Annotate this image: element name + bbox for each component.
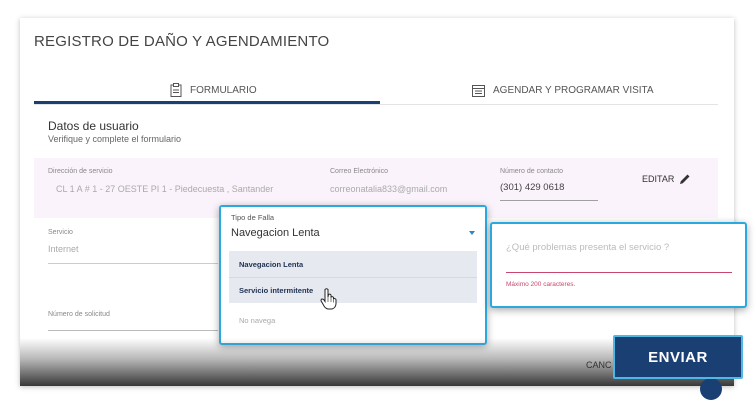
tab-agendar[interactable]: AGENDAR Y PROGRAMAR VISITA [472, 76, 654, 104]
phone-value: (301) 429 0618 [500, 182, 565, 193]
service-underline [48, 263, 218, 264]
address-value: CL 1 A # 1 - 27 OESTE PI 1 - Piedecuesta… [56, 184, 274, 194]
hand-cursor-icon [320, 288, 337, 310]
fault-options-list: Navegacion Lenta Servicio intermitente N… [229, 251, 477, 335]
problem-helper-text: Máximo 200 caracteres. [506, 281, 576, 288]
problem-textarea[interactable]: ¿Qué problemas presenta el servicio ? Má… [490, 222, 747, 308]
request-label: Número de solicitud [48, 311, 110, 318]
request-field[interactable] [48, 330, 218, 331]
cancel-button[interactable]: CANC [586, 360, 612, 370]
email-label: Correo Electrónico [330, 168, 388, 175]
email-value: correonatalia833@gmail.com [330, 184, 448, 194]
pencil-icon [680, 174, 690, 184]
page-title: REGISTRO DE DAÑO Y AGENDAMIENTO [34, 33, 330, 50]
caret-down-icon [469, 231, 475, 235]
problem-placeholder: ¿Qué problemas presenta el servicio ? [506, 242, 670, 253]
fault-type-dropdown[interactable]: Tipo de Falla Navegacion Lenta Navegacio… [219, 205, 487, 345]
fault-type-select[interactable]: Tipo de Falla Navegacion Lenta [221, 207, 485, 249]
tab-formulario[interactable]: FORMULARIO [170, 76, 257, 104]
edit-label: EDITAR [642, 174, 675, 184]
problem-underline [506, 272, 732, 273]
address-label: Dirección de servicio [48, 168, 113, 175]
phone-label: Número de contacto [500, 168, 564, 175]
section-title: Datos de usuario [48, 119, 139, 133]
calendar-icon [472, 84, 485, 97]
phone-underline [500, 200, 598, 201]
option-servicio-intermitente[interactable]: Servicio intermitente [229, 277, 477, 303]
clipboard-icon [170, 83, 182, 97]
option-navegacion-lenta[interactable]: Navegacion Lenta [229, 251, 477, 277]
send-button[interactable]: ENVIAR [613, 335, 743, 379]
service-value: Internet [48, 244, 79, 254]
fault-type-label: Tipo de Falla [231, 213, 275, 222]
active-tab-indicator [34, 101, 380, 104]
service-label: Servicio [48, 229, 73, 236]
tab-agendar-label: AGENDAR Y PROGRAMAR VISITA [493, 84, 654, 96]
edit-button[interactable]: EDITAR [642, 173, 691, 185]
section-subtitle: Verifique y complete el formulario [48, 134, 182, 144]
floating-action-button[interactable] [700, 378, 722, 400]
tab-bar: FORMULARIO AGENDAR Y PROGRAMAR VISITA [34, 76, 718, 105]
tab-formulario-label: FORMULARIO [190, 84, 257, 96]
fault-type-value: Navegacion Lenta [231, 227, 320, 239]
option-no-navega[interactable]: No navega [229, 307, 477, 333]
